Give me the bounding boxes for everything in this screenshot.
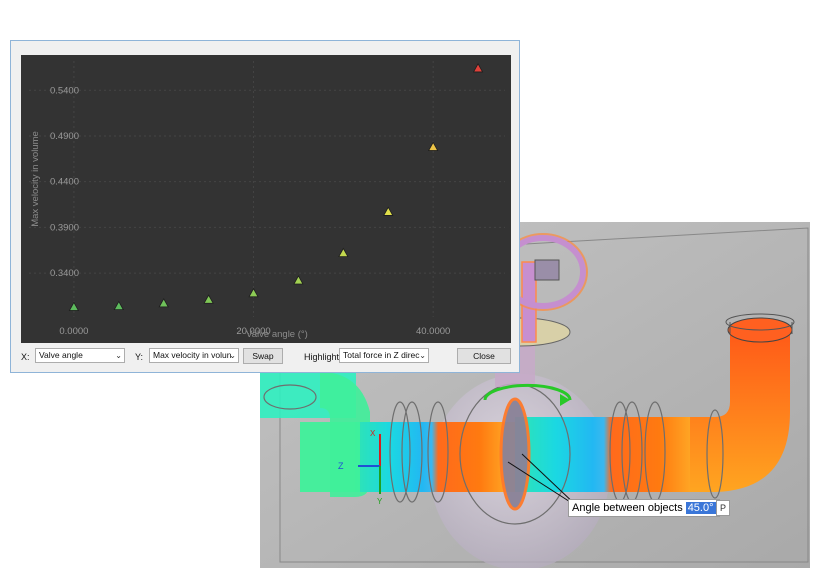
chevron-down-icon: ⌄ <box>419 351 426 360</box>
chart-dialog: 0.3400 0.3900 0.4400 0.4900 0.5400 0.0000 20.0… <box>10 40 520 373</box>
angle-measurement-label[interactable]: Angle between objects 45.0° <box>568 499 720 517</box>
highlight-dropdown[interactable]: Total force in Z direc ⌄ <box>339 348 429 363</box>
close-button[interactable]: Close <box>457 348 511 364</box>
x-axis-dropdown-value: Valve angle <box>39 350 83 360</box>
triad-z-label: Z <box>338 461 344 471</box>
plot-background <box>21 55 511 343</box>
x-axis-label: Valve angle (°) <box>246 329 308 340</box>
triad-y-label: Y <box>377 497 383 506</box>
chevron-down-icon: ⌄ <box>229 351 236 360</box>
chevron-down-icon: ⌄ <box>115 351 122 360</box>
y-tick-label: 0.3900 <box>50 222 79 233</box>
triad-x-label: X <box>370 429 376 438</box>
highlight-dropdown-value: Total force in Z direc <box>343 350 420 360</box>
pin-icon[interactable]: P <box>716 500 730 516</box>
y-axis-selector-label: Y: <box>135 352 144 362</box>
chart-controls: X: Valve angle ⌄ Y: Max velocity in volu… <box>11 344 521 372</box>
angle-value-field[interactable]: 45.0° <box>685 502 716 514</box>
y-tick-label: 0.3400 <box>50 268 79 279</box>
y-tick-label: 0.4900 <box>50 131 79 142</box>
x-axis-selector-label: X: <box>21 352 30 362</box>
highlight-selector-label: Highlight: <box>304 352 342 362</box>
swap-button[interactable]: Swap <box>243 348 283 364</box>
scatter-plot: 0.34000.39000.44000.49000.54000.0000 20.0… <box>21 55 511 343</box>
x-tick-label: 40.0000 <box>416 326 450 337</box>
y-axis-label: Max velocity in volume <box>30 131 41 227</box>
y-axis-dropdown[interactable]: Max velocity in volun ⌄ <box>149 348 239 363</box>
angle-label-text: Angle between objects <box>572 502 683 514</box>
x-tick-label: 0.0000 <box>59 326 88 337</box>
y-axis-dropdown-value: Max velocity in volun <box>153 350 232 360</box>
y-tick-label: 0.4400 <box>50 177 79 188</box>
y-tick-label: 0.5400 <box>50 85 79 96</box>
x-axis-dropdown[interactable]: Valve angle ⌄ <box>35 348 125 363</box>
